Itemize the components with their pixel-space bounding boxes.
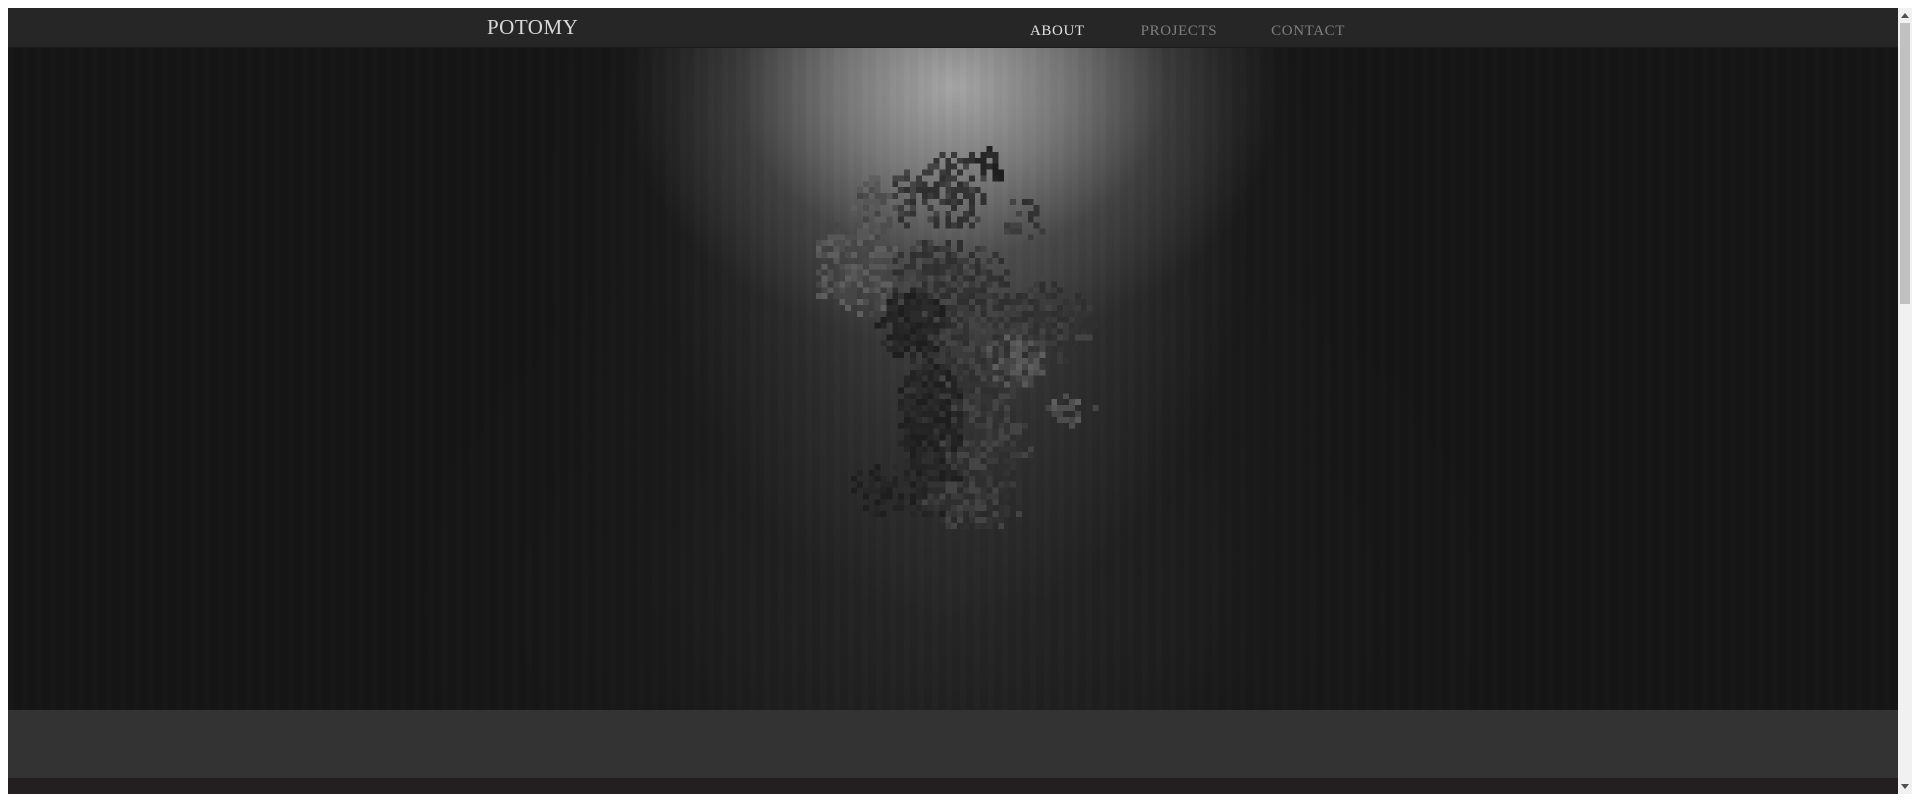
footer-band <box>8 710 1898 778</box>
nav-link-about[interactable]: ABOUT <box>1030 23 1085 40</box>
scroll-up-icon[interactable] <box>1901 13 1909 18</box>
main-nav: ABOUT PROJECTS CONTACT <box>1030 23 1345 40</box>
hero-banner <box>8 47 1898 710</box>
footer-edge <box>8 778 1898 794</box>
vertical-scrollbar[interactable] <box>1898 8 1912 794</box>
nav-link-projects[interactable]: PROJECTS <box>1141 23 1218 40</box>
pixel-creature-icon <box>815 146 1099 529</box>
scroll-down-icon[interactable] <box>1901 784 1909 789</box>
scroll-thumb[interactable] <box>1900 23 1910 304</box>
browser-viewport: POTOMY ABOUT PROJECTS CONTACT <box>8 8 1898 794</box>
top-navbar: POTOMY ABOUT PROJECTS CONTACT <box>8 8 1898 47</box>
nav-link-contact[interactable]: CONTACT <box>1271 23 1345 40</box>
brand-logo[interactable]: POTOMY <box>487 15 578 40</box>
